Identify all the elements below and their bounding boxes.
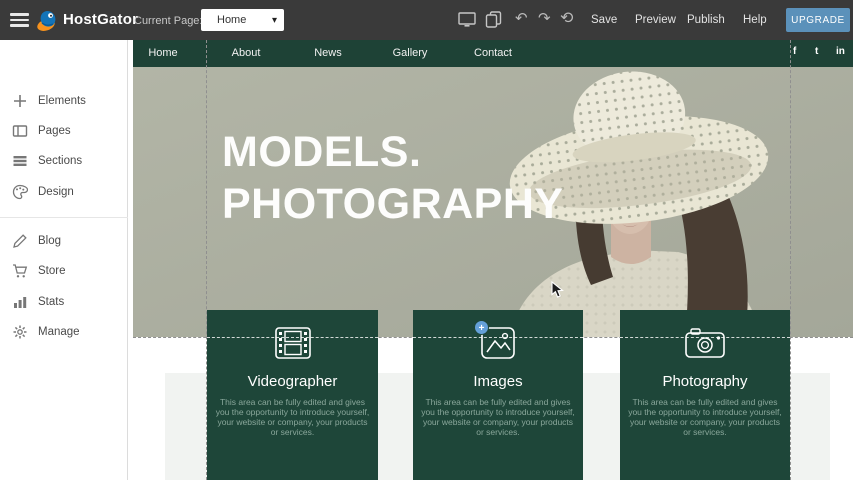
sidebar-item-label: Pages — [38, 125, 71, 137]
facebook-icon[interactable]: f — [793, 46, 796, 57]
redo-icon[interactable]: ↷ — [538, 11, 551, 26]
gear-icon — [12, 324, 28, 340]
current-page-label: Current Page: — [134, 15, 202, 27]
sidebar-divider — [0, 217, 128, 218]
save-button[interactable]: Save — [591, 14, 617, 26]
preview-button[interactable]: Preview — [635, 14, 676, 26]
sidebar-item-design[interactable]: Design — [0, 181, 128, 203]
card-title: Videographer — [207, 373, 378, 390]
nav-item-news[interactable]: News — [314, 47, 342, 59]
card-title: Photography — [620, 373, 790, 390]
cart-icon — [12, 263, 28, 279]
nav-item-gallery[interactable]: Gallery — [393, 47, 428, 59]
sections-icon — [12, 153, 28, 169]
sidebar-item-sections[interactable]: Sections — [0, 150, 128, 172]
twitter-icon[interactable]: t — [815, 46, 818, 57]
pencil-icon — [12, 233, 28, 249]
card-description: This area can be fully edited and gives … — [628, 397, 782, 437]
sidebar-item-store[interactable]: Store — [0, 260, 128, 282]
linkedin-icon[interactable]: in — [836, 46, 845, 57]
card-title: Images — [413, 373, 583, 390]
element-boundary-guide-left — [206, 40, 207, 480]
palette-icon — [12, 184, 28, 200]
card-description: This area can be fully edited and gives … — [421, 397, 575, 437]
sidebar-item-label: Store — [38, 265, 66, 277]
upgrade-button[interactable]: UPGRADE — [786, 8, 850, 32]
top-toolbar: HostGator Current Page: Home ▾ ↶ ↷ ⟲ Sav… — [0, 0, 853, 40]
sidebar-item-label: Manage — [38, 326, 80, 338]
mobile-preview-icon[interactable] — [485, 11, 502, 28]
nav-item-contact[interactable]: Contact — [474, 47, 512, 59]
brand-name: HostGator — [63, 11, 138, 28]
sidebar-item-pages[interactable]: Pages — [0, 120, 128, 142]
hostgator-logo-icon — [36, 8, 60, 32]
stats-icon — [12, 294, 28, 310]
film-icon — [275, 327, 311, 359]
sidebar-item-label: Blog — [38, 235, 61, 247]
history-icon[interactable]: ⟲ — [560, 11, 573, 26]
page-dropdown[interactable]: Home ▾ — [201, 9, 284, 31]
plus-icon — [12, 93, 28, 109]
nav-item-home[interactable]: Home — [148, 47, 177, 59]
camera-icon — [685, 327, 725, 359]
help-button[interactable]: Help — [743, 14, 767, 26]
sidebar-item-label: Design — [38, 186, 74, 198]
card-description: This area can be fully edited and gives … — [216, 397, 370, 437]
nav-item-about[interactable]: About — [232, 47, 261, 59]
undo-icon[interactable]: ↶ — [515, 11, 528, 26]
card-images[interactable]: + Images This area can be fully edited a… — [413, 310, 583, 480]
sidebar-item-label: Elements — [38, 95, 86, 107]
chevron-down-icon: ▾ — [272, 15, 277, 26]
card-videographer[interactable]: Videographer This area can be fully edit… — [207, 310, 378, 480]
page-dropdown-value: Home — [217, 14, 246, 26]
sidebar-item-elements[interactable]: Elements — [0, 90, 128, 112]
sidebar-item-manage[interactable]: Manage — [0, 321, 128, 343]
sidebar-item-label: Stats — [38, 296, 64, 308]
hero-title-line1: MODELS. — [222, 126, 564, 178]
hero-title[interactable]: MODELS. PHOTOGRAPHY — [222, 126, 564, 230]
hero-title-line2: PHOTOGRAPHY — [222, 178, 564, 230]
desktop-preview-icon[interactable] — [458, 12, 476, 28]
element-boundary-guide-right — [790, 40, 791, 480]
publish-button[interactable]: Publish — [687, 14, 725, 26]
hero-image[interactable]: MODELS. PHOTOGRAPHY — [133, 67, 853, 337]
sidebar-item-blog[interactable]: Blog — [0, 230, 128, 252]
card-photography[interactable]: Photography This area can be fully edite… — [620, 310, 790, 480]
site-navbar: Home About News Gallery Contact f t in — [133, 40, 853, 67]
add-image-badge-icon[interactable]: + — [474, 320, 489, 335]
pages-icon — [12, 123, 28, 139]
app-window: HostGator Current Page: Home ▾ ↶ ↷ ⟲ Sav… — [0, 0, 853, 480]
sidebar-item-stats[interactable]: Stats — [0, 291, 128, 313]
sidebar-item-label: Sections — [38, 155, 82, 167]
editor-sidebar: Elements Pages Sections Design — [0, 40, 128, 480]
menu-icon[interactable] — [10, 13, 29, 27]
